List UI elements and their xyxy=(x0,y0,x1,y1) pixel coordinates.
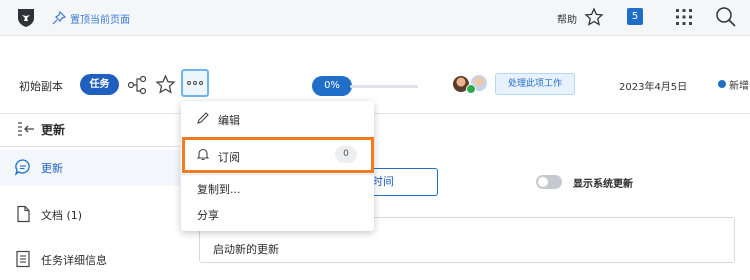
hierarchy-icon[interactable] xyxy=(127,75,147,95)
work-on-it-button[interactable]: 处理此项工作 xyxy=(495,73,575,95)
star-icon[interactable] xyxy=(155,74,176,95)
sidebar-title: 更新 xyxy=(41,123,66,137)
subscribe-highlight xyxy=(182,137,374,173)
pin-icon[interactable] xyxy=(52,11,66,25)
more-dot-icon xyxy=(199,81,203,85)
sidebar-item-task-details[interactable]: 任务详细信息 xyxy=(0,242,180,278)
sidebar-item-label: 更新 xyxy=(41,162,63,175)
status-label[interactable]: 新增 xyxy=(729,77,749,92)
progress-bar xyxy=(350,85,418,88)
task-type-badge: 任务 xyxy=(80,74,119,95)
progress-percent[interactable]: 0% xyxy=(312,76,352,96)
toggle-label: 显示系统更新 xyxy=(573,179,633,190)
lion-logo-icon[interactable] xyxy=(15,6,37,28)
comment-icon xyxy=(14,159,30,176)
time-filter-field[interactable]: 时间 xyxy=(366,168,438,196)
sidebar-item-updates[interactable]: 更新 xyxy=(0,150,180,186)
pencil-icon xyxy=(197,112,209,124)
new-update-placeholder: 启动新的更新 xyxy=(213,243,279,256)
sidebar-item-label: 文档 (1) xyxy=(41,209,83,222)
due-date: 2023年4月5日 xyxy=(619,82,688,93)
pin-page-link[interactable]: 置顶当前页面 xyxy=(70,11,130,26)
notifications-count-badge[interactable]: 5 xyxy=(627,8,643,25)
favorites-star-icon[interactable] xyxy=(584,7,604,27)
more-dot-icon xyxy=(193,81,197,85)
more-dot-icon xyxy=(187,81,191,85)
check-icon xyxy=(466,84,476,94)
page-title: 初始副本 xyxy=(19,80,63,93)
sidebar-item-label: 任务详细信息 xyxy=(41,254,107,267)
menu-item-edit[interactable]: 编辑 xyxy=(218,112,240,128)
details-icon xyxy=(16,250,30,268)
menu-item-share[interactable]: 分享 xyxy=(197,207,219,223)
search-icon[interactable] xyxy=(715,6,737,28)
more-options-button[interactable] xyxy=(181,69,209,97)
apps-grid-icon[interactable] xyxy=(674,7,694,27)
toggle-knob xyxy=(538,177,548,187)
menu-item-copy-to[interactable]: 复制到... xyxy=(197,181,241,197)
status-dot-icon xyxy=(718,80,726,88)
menu-divider xyxy=(181,174,374,175)
document-icon xyxy=(17,205,30,223)
help-link[interactable]: 帮助 xyxy=(557,11,577,26)
sidebar-item-documents[interactable]: 文档 (1) xyxy=(0,197,180,233)
collapse-panel-icon[interactable] xyxy=(16,121,36,137)
